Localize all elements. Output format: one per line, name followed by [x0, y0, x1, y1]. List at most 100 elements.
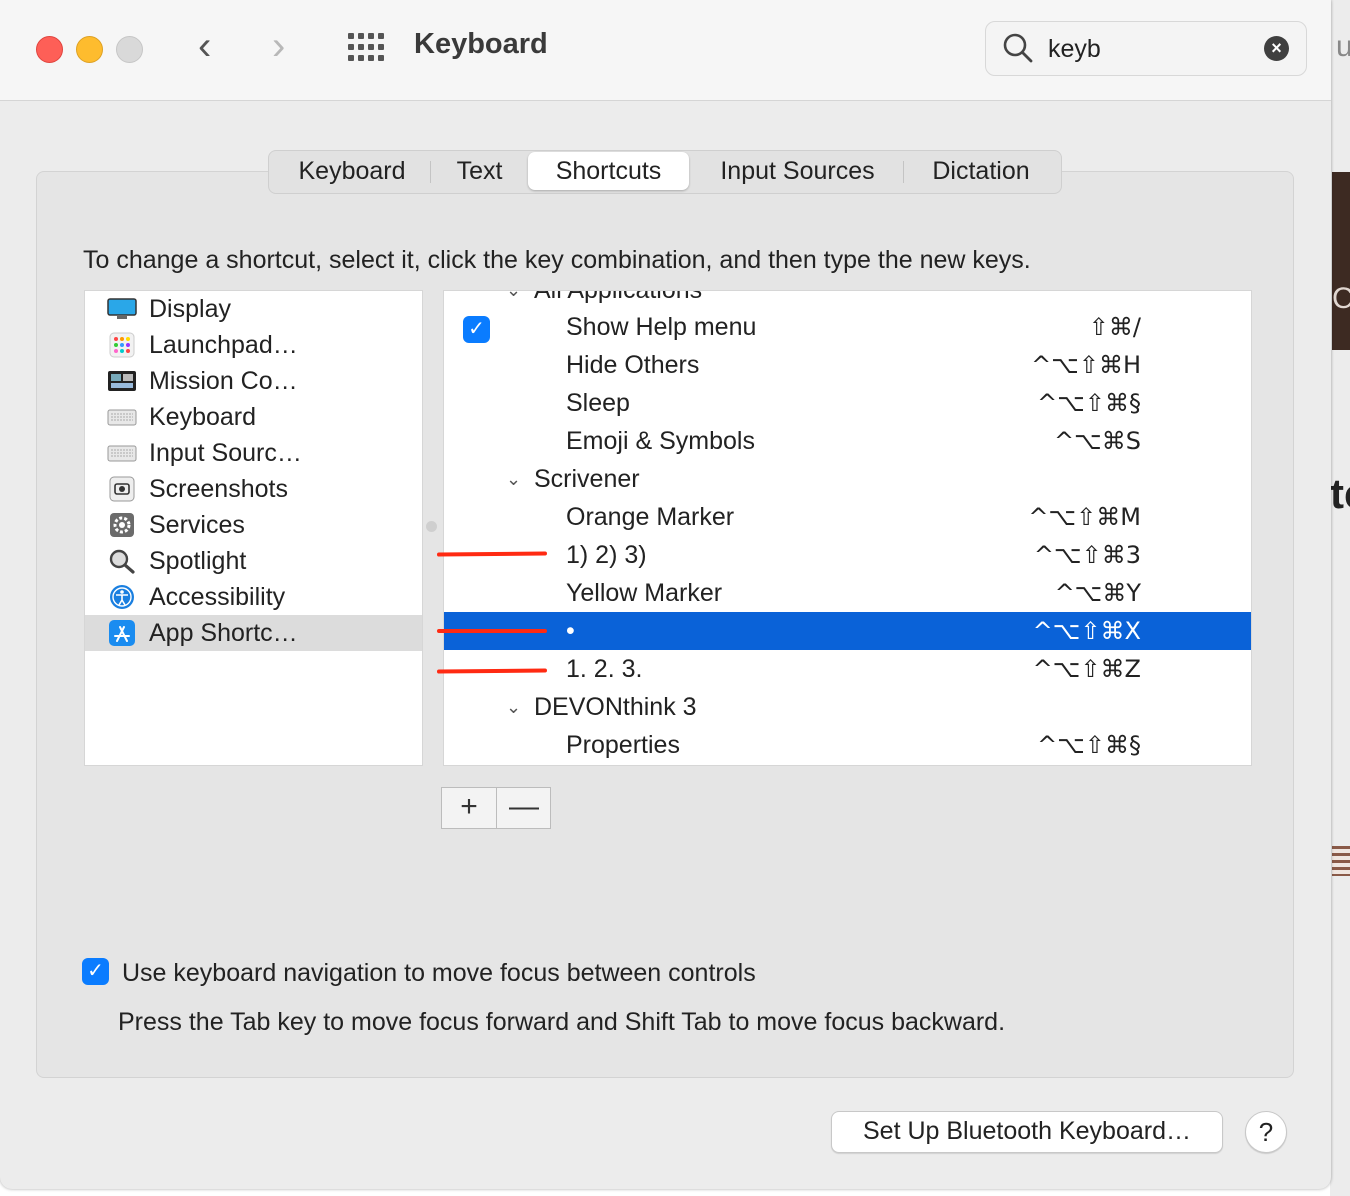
sidebar-item-label: Keyboard: [149, 403, 257, 431]
search-input[interactable]: [1046, 32, 1250, 66]
sidebar-item-mission-control[interactable]: Mission Co…: [85, 363, 422, 399]
sidebar-item-app-shortcuts[interactable]: App Shortc…: [85, 615, 422, 651]
sidebar-item-label: Services: [149, 511, 245, 539]
keyboard-icon: [107, 409, 137, 426]
tab-input-sources[interactable]: Input Sources: [696, 151, 899, 193]
screenshots-icon: [109, 476, 135, 502]
show-all-grid-icon[interactable]: [348, 33, 384, 61]
tab-keyboard[interactable]: Keyboard: [277, 151, 427, 193]
sidebar-item-label: App Shortc…: [149, 619, 298, 647]
launchpad-icon: [109, 332, 135, 358]
system-preferences-window: ‹ › Keyboard × Keyboard Text Shortcuts I…: [0, 0, 1331, 1189]
shortcut-name: Show Help menu: [566, 313, 757, 341]
add-shortcut-button[interactable]: +: [442, 788, 496, 828]
sidebar-item-label: Display: [149, 295, 231, 323]
shortcut-name: •: [566, 617, 575, 645]
shortcut-category-list: Display Launchpad… Mission Co… Keyboard …: [84, 290, 423, 766]
sidebar-item-label: Launchpad…: [149, 331, 298, 359]
shortcut-name: Hide Others: [566, 351, 700, 379]
tab-dictation[interactable]: Dictation: [911, 151, 1051, 193]
sidebar-item-display[interactable]: Display: [85, 291, 422, 327]
window-title: Keyboard: [414, 28, 548, 60]
annotation-red-line: [437, 629, 547, 633]
sidebar-item-label: Screenshots: [149, 475, 288, 503]
keyboard-navigation-label: Use keyboard navigation to move focus be…: [122, 959, 756, 987]
shortcut-row[interactable]: Orange Marker ^⌥⇧⌘M: [444, 498, 1251, 536]
background-app-edge: ur C tc: [1330, 0, 1350, 1196]
chevron-down-icon: ⌄: [506, 697, 522, 717]
remove-shortcut-button[interactable]: —: [497, 788, 551, 828]
sidebar-item-label: Accessibility: [149, 583, 286, 611]
shortcut-keys[interactable]: ^⌥⇧⌘X: [1033, 614, 1141, 648]
accessibility-icon: [110, 585, 134, 609]
instruction-text: To change a shortcut, select it, click t…: [83, 246, 1031, 274]
minimize-button[interactable]: [76, 36, 103, 63]
shortcut-row[interactable]: ✓ Show Help menu ⇧⌘/: [444, 308, 1251, 346]
add-remove-control: + —: [441, 787, 551, 829]
tab-text[interactable]: Text: [437, 151, 522, 193]
forward-chevron-icon[interactable]: ›: [272, 26, 285, 66]
shortcut-keys[interactable]: ^⌥⌘S: [1054, 424, 1141, 458]
search-field[interactable]: ×: [985, 21, 1307, 76]
shortcut-keys[interactable]: ^⌥⌘Y: [1055, 576, 1141, 610]
sidebar-item-keyboard[interactable]: Keyboard: [85, 399, 422, 435]
help-button[interactable]: ?: [1245, 1111, 1287, 1153]
shortcut-name: Emoji & Symbols: [566, 427, 755, 455]
chevron-down-icon: ⌄: [506, 290, 522, 300]
sidebar-item-label: Input Sourc…: [149, 439, 302, 467]
shortcut-row[interactable]: 1. 2. 3. ^⌥⇧⌘Z: [444, 650, 1251, 688]
shortcut-row[interactable]: Yellow Marker ^⌥⌘Y: [444, 574, 1251, 612]
spotlight-magnifier-icon: [109, 549, 135, 574]
shortcut-row[interactable]: Properties ^⌥⇧⌘§: [444, 726, 1251, 764]
split-handle[interactable]: [426, 521, 437, 532]
clear-search-icon[interactable]: ×: [1264, 36, 1289, 61]
setup-bluetooth-keyboard-button[interactable]: Set Up Bluetooth Keyboard…: [831, 1111, 1223, 1153]
shortcut-keys[interactable]: ⇧⌘/: [1089, 310, 1141, 344]
keyboard-navigation-hint: Press the Tab key to move focus forward …: [118, 1008, 1006, 1036]
shortcut-name: Sleep: [566, 389, 630, 417]
shortcut-keys[interactable]: ^⌥⇧⌘H: [1031, 348, 1141, 382]
shortcut-keys[interactable]: ^⌥⇧⌘§: [1037, 386, 1141, 420]
back-chevron-icon[interactable]: ‹: [198, 26, 211, 66]
group-all-applications[interactable]: ⌄ All Applications: [444, 290, 1251, 309]
sidebar-item-screenshots[interactable]: Screenshots: [85, 471, 422, 507]
shortcut-keys[interactable]: ^⌥⇧⌘§: [1037, 728, 1141, 762]
services-gear-icon: [110, 513, 134, 537]
shortcut-name: Properties: [566, 731, 680, 759]
shortcut-name: Yellow Marker: [566, 579, 723, 607]
shortcut-row[interactable]: Sleep ^⌥⇧⌘§: [444, 384, 1251, 422]
titlebar: ‹ › Keyboard ×: [0, 0, 1331, 101]
shortcut-name: 1. 2. 3.: [566, 655, 643, 683]
app-store-icon: [109, 620, 135, 646]
sidebar-item-accessibility[interactable]: Accessibility: [85, 579, 422, 615]
shortcut-keys[interactable]: ^⌥⇧⌘3: [1034, 538, 1141, 572]
shortcut-row[interactable]: Emoji & Symbols ^⌥⌘S: [444, 422, 1251, 460]
group-devonthink[interactable]: ⌄ DEVONthink 3: [444, 688, 1251, 726]
shortcuts-list: ⌄ All Applications ✓ Show Help menu ⇧⌘/ …: [443, 290, 1252, 766]
sidebar-item-launchpad[interactable]: Launchpad…: [85, 327, 422, 363]
mission-control-icon: [108, 371, 136, 391]
display-icon: [107, 298, 137, 319]
chevron-down-icon: ⌄: [506, 469, 522, 489]
keyboard-navigation-checkbox[interactable]: ✓: [82, 958, 109, 985]
sidebar-item-services[interactable]: Services: [85, 507, 422, 543]
shortcut-keys[interactable]: ^⌥⇧⌘Z: [1033, 652, 1141, 686]
sidebar-item-label: Mission Co…: [149, 367, 298, 395]
shortcut-row[interactable]: 1) 2) 3) ^⌥⇧⌘3: [444, 536, 1251, 574]
tab-shortcuts[interactable]: Shortcuts: [528, 152, 689, 190]
shortcut-keys[interactable]: ^⌥⇧⌘M: [1028, 500, 1141, 534]
shortcut-name: Orange Marker: [566, 503, 735, 531]
close-button[interactable]: [36, 36, 63, 63]
tab-bar: Keyboard Text Shortcuts Input Sources Di…: [268, 150, 1062, 194]
shortcut-name: 1) 2) 3): [566, 541, 647, 569]
sidebar-item-label: Spotlight: [149, 547, 247, 575]
group-scrivener[interactable]: ⌄ Scrivener: [444, 460, 1251, 498]
shortcut-row-selected[interactable]: • ^⌥⇧⌘X: [444, 612, 1251, 650]
sidebar-item-input-sources[interactable]: Input Sourc…: [85, 435, 422, 471]
input-sources-icon: [107, 445, 137, 462]
zoom-button[interactable]: [116, 36, 143, 63]
sidebar-item-spotlight[interactable]: Spotlight: [85, 543, 422, 579]
enabled-checkbox[interactable]: ✓: [463, 316, 490, 343]
search-icon: [1003, 33, 1033, 63]
shortcut-row[interactable]: Hide Others ^⌥⇧⌘H: [444, 346, 1251, 384]
